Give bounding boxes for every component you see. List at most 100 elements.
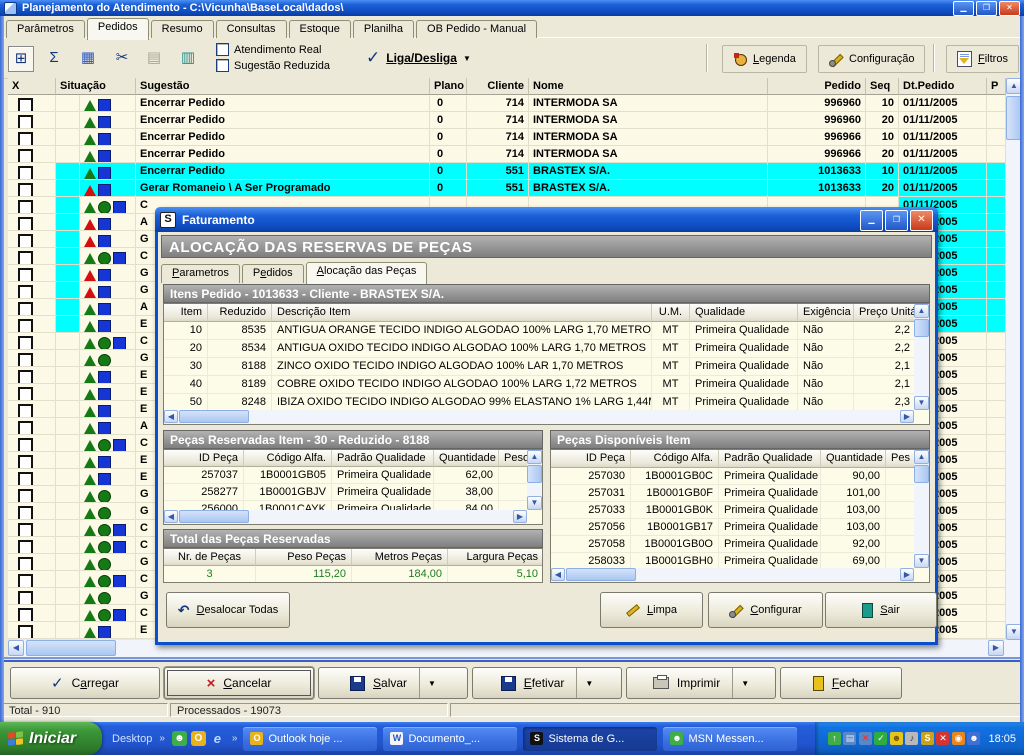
table-row[interactable]: 508248IBIZA OXIDO TECIDO INDIGO ALGODAO … bbox=[164, 394, 914, 410]
row-checkbox[interactable] bbox=[18, 336, 33, 350]
row-checkbox[interactable] bbox=[18, 404, 33, 418]
column-header[interactable]: Quantidade bbox=[821, 450, 886, 468]
row-checkbox[interactable] bbox=[18, 455, 33, 469]
row-checkbox[interactable] bbox=[18, 98, 33, 112]
network-icon[interactable]: ▤ bbox=[843, 732, 856, 745]
grid-row[interactable]: Gerar Romaneio \ A Ser Programado0551BRA… bbox=[0, 180, 1006, 197]
row-checkbox[interactable] bbox=[18, 523, 33, 537]
config-button[interactable]: Configuração bbox=[818, 45, 925, 73]
dialog-tab-parametros[interactable]: Parametros bbox=[161, 264, 240, 283]
chevron-icon[interactable]: » bbox=[159, 733, 165, 744]
close-button[interactable]: Fechar bbox=[780, 667, 902, 699]
grid-header-plano[interactable]: Plano bbox=[430, 78, 467, 95]
grid-row[interactable]: Encerrar Pedido0714INTERMODA SA996966200… bbox=[0, 146, 1006, 163]
column-header[interactable]: Preço Unitário bbox=[854, 304, 914, 322]
row-checkbox[interactable] bbox=[18, 540, 33, 554]
column-header[interactable]: Código Alfa. bbox=[631, 450, 719, 468]
column-header[interactable]: ID Peça bbox=[551, 450, 631, 468]
row-checkbox[interactable] bbox=[18, 472, 33, 486]
checkbox-icon[interactable] bbox=[216, 43, 229, 56]
dialog-tab-pedidos[interactable]: Pedidos bbox=[242, 264, 304, 283]
row-checkbox[interactable] bbox=[18, 234, 33, 248]
sound-icon[interactable]: ◉ bbox=[952, 732, 965, 745]
scroll-down-icon[interactable]: ▼ bbox=[914, 554, 929, 568]
table-row[interactable]: 2580331B0001GBH0Primeira Qualidade69,00 bbox=[551, 553, 914, 568]
column-header[interactable]: Qualidade bbox=[690, 304, 798, 322]
table-hscrollbar[interactable]: ◀▶ bbox=[551, 568, 914, 582]
column-header[interactable]: Peso Peças bbox=[256, 549, 352, 566]
grid-row[interactable]: Encerrar Pedido0551BRASTEX S/A.101363310… bbox=[0, 163, 1006, 180]
commit-button[interactable]: Efetivar▼ bbox=[472, 667, 622, 699]
row-checkbox[interactable] bbox=[18, 200, 33, 214]
row-checkbox[interactable] bbox=[18, 132, 33, 146]
grid-row[interactable]: Encerrar Pedido0714INTERMODA SA996960200… bbox=[0, 112, 1006, 129]
table-vscrollbar[interactable]: ▲▼ bbox=[527, 450, 542, 510]
table-vscrollbar[interactable]: ▲▼ bbox=[914, 450, 929, 568]
row-checkbox[interactable] bbox=[18, 370, 33, 384]
scroll-right-icon[interactable]: ▶ bbox=[900, 568, 914, 581]
row-checkbox[interactable] bbox=[18, 506, 33, 520]
column-header[interactable]: Nr. de Peças bbox=[164, 549, 256, 566]
scroll-left-icon[interactable]: ◀ bbox=[551, 568, 565, 581]
error-icon[interactable]: ✕ bbox=[936, 732, 949, 745]
cut-icon[interactable]: ✂ bbox=[110, 46, 134, 70]
taskbar-task-outlook[interactable]: OOutlook hoje ... bbox=[243, 727, 377, 751]
dropdown-arrow-icon[interactable]: ▼ bbox=[732, 668, 749, 698]
taskbar-task-word[interactable]: WDocumento_... bbox=[383, 727, 517, 751]
exit-button[interactable]: Sair bbox=[825, 592, 937, 628]
row-checkbox[interactable] bbox=[18, 557, 33, 571]
column-header[interactable]: Padrão Qualidade bbox=[332, 450, 434, 467]
table-row[interactable]: 108535ANTIGUA ORANGE TECIDO INDIGO ALGOD… bbox=[164, 322, 914, 340]
table-row[interactable]: 3115,20184,005,10 bbox=[164, 566, 542, 582]
antivirus-icon[interactable]: ✓ bbox=[874, 732, 887, 745]
row-checkbox[interactable] bbox=[18, 489, 33, 503]
messenger-icon[interactable]: ☻ bbox=[172, 731, 187, 746]
notes-icon[interactable]: ▥ bbox=[176, 46, 200, 70]
start-button[interactable]: Iniciar bbox=[0, 722, 102, 755]
tab-estoque[interactable]: Estoque bbox=[289, 20, 351, 39]
grid-header-x[interactable]: X bbox=[8, 78, 56, 95]
volume-icon[interactable]: ♪ bbox=[905, 732, 918, 745]
table-row[interactable]: 2570311B0001GB0FPrimeira Qualidade101,00 bbox=[551, 485, 914, 502]
row-checkbox[interactable] bbox=[18, 302, 33, 316]
scroll-up-icon[interactable]: ▲ bbox=[527, 450, 542, 464]
vscroll-thumb[interactable] bbox=[914, 319, 929, 337]
table-vscrollbar[interactable]: ▲▼ bbox=[914, 304, 929, 410]
close-icon[interactable]: ✕ bbox=[999, 1, 1020, 16]
row-checkbox[interactable] bbox=[18, 438, 33, 452]
dialog-tab-aloca-o-das-pe-as[interactable]: Alocação das Peças bbox=[306, 262, 428, 284]
column-header[interactable]: Peso bbox=[499, 450, 527, 467]
scroll-right-icon[interactable]: ▶ bbox=[988, 640, 1004, 656]
cancel-button[interactable]: ×Cancelar bbox=[164, 667, 314, 699]
column-header[interactable]: Padrão Qualidade bbox=[719, 450, 821, 468]
column-header[interactable]: Descrição Item bbox=[272, 304, 652, 322]
column-header[interactable]: Quantidade bbox=[434, 450, 499, 467]
table-row[interactable]: 2570301B0001GB0CPrimeira Qualidade90,00 bbox=[551, 468, 914, 485]
chevron-down-icon[interactable]: ▼ bbox=[463, 54, 471, 63]
row-checkbox[interactable] bbox=[18, 353, 33, 367]
row-checkbox[interactable] bbox=[18, 319, 33, 333]
column-header[interactable]: ID Peça bbox=[164, 450, 244, 467]
row-checkbox[interactable] bbox=[18, 217, 33, 231]
legend-button[interactable]: Legenda bbox=[722, 45, 807, 73]
close-icon[interactable]: ✕ bbox=[910, 210, 933, 231]
grid-row[interactable]: Encerrar Pedido0714INTERMODA SA996960100… bbox=[0, 95, 1006, 112]
table-hscrollbar[interactable]: ◀▶ bbox=[164, 410, 914, 424]
clear-button[interactable]: Limpa bbox=[600, 592, 703, 628]
checkbox-icon[interactable] bbox=[216, 59, 229, 72]
dropdown-arrow-icon[interactable]: ▼ bbox=[419, 668, 436, 698]
row-checkbox[interactable] bbox=[18, 387, 33, 401]
tree-icon[interactable]: ⊞ bbox=[8, 46, 34, 72]
sis-icon[interactable]: S bbox=[921, 732, 934, 745]
taskbar-task-msn[interactable]: ☻MSN Messen... bbox=[663, 727, 797, 751]
vscroll-thumb[interactable] bbox=[527, 465, 542, 483]
paste-icon[interactable]: ▤ bbox=[142, 46, 166, 70]
dialog-titlebar[interactable]: S Faturamento ▁ ❐ ✕ bbox=[155, 207, 938, 232]
row-checkbox[interactable] bbox=[18, 421, 33, 435]
grid-row[interactable]: Encerrar Pedido0714INTERMODA SA996966100… bbox=[0, 129, 1006, 146]
vscroll-thumb[interactable] bbox=[914, 465, 929, 483]
maximize-icon[interactable]: ❐ bbox=[885, 210, 908, 231]
column-header[interactable]: Item bbox=[164, 304, 208, 322]
column-header[interactable]: Código Alfa. bbox=[244, 450, 332, 467]
scroll-left-icon[interactable]: ◀ bbox=[164, 510, 178, 523]
